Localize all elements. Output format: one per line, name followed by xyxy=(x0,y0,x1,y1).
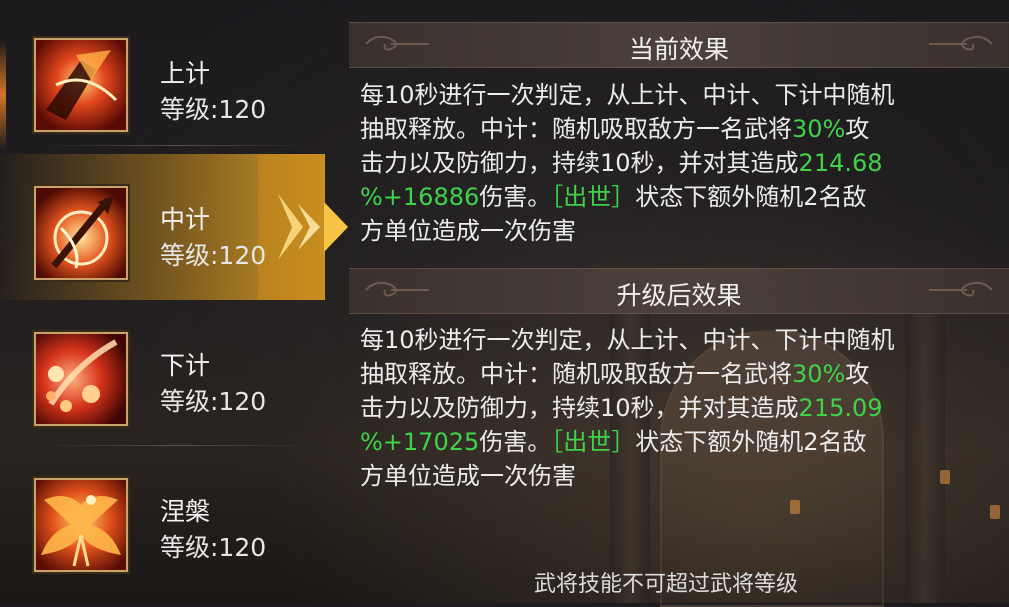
section-title: 当前效果 xyxy=(628,35,729,64)
blade-slash-icon xyxy=(34,38,128,132)
skill-item-niepan[interactable]: 涅槃 等级:120 xyxy=(0,446,325,592)
background-window-light xyxy=(790,500,800,514)
description-text: 每10秒进行一次判定，从上计、中计、下计中随机 xyxy=(360,81,895,109)
skill-name: 涅槃 xyxy=(160,497,211,526)
description-text: 方单位造成一次伤害 xyxy=(360,217,576,245)
upgraded-effect-header: 升级后效果 xyxy=(349,268,1009,314)
description-text: 抽取释放。中计：随机吸取敌方一名武将 xyxy=(360,360,792,388)
skill-level: 等级:120 xyxy=(160,241,267,270)
description-text: 状态下额外随机2名敌 xyxy=(635,428,867,456)
description-text: 方单位造成一次伤害 xyxy=(360,462,576,490)
skill-item-zhongji[interactable]: 中计 等级:120 xyxy=(0,154,348,300)
description-text: 状态下额外随机2名敌 xyxy=(635,183,867,211)
description-line: 每10秒进行一次判定，从上计、中计、下计中随机 xyxy=(360,323,980,357)
highlight-value: 30% xyxy=(792,360,846,388)
description-line: 方单位造成一次伤害 xyxy=(360,214,980,248)
description-text: 攻 xyxy=(845,360,870,388)
highlight-value: 215.09 xyxy=(798,394,883,422)
fireballs-icon xyxy=(34,332,128,426)
description-text: 攻 xyxy=(845,115,870,143)
skill-level: 等级:120 xyxy=(160,533,267,562)
phoenix-icon xyxy=(34,478,128,572)
skill-item-shangji[interactable]: 上计 等级:120 xyxy=(0,0,325,146)
description-line: %+16886伤害。［出世］状态下额外随机2名敌 xyxy=(360,180,980,214)
current-effect-header: 当前效果 xyxy=(349,22,1009,68)
skill-name: 上计 xyxy=(160,59,211,88)
highlight-value: %+17025 xyxy=(360,428,480,456)
description-line: 方单位造成一次伤害 xyxy=(360,459,980,493)
highlight-value: %+16886 xyxy=(360,183,480,211)
current-effect-description: 每10秒进行一次判定，从上计、中计、下计中随机 抽取释放。中计：随机吸取敌方一名武… xyxy=(360,78,980,248)
description-text: 击力以及防御力，持续10秒，并对其造成 xyxy=(360,394,799,422)
selected-arrow-icon xyxy=(258,154,348,300)
divider xyxy=(40,145,315,146)
description-line: %+17025伤害。［出世］状态下额外随机2名敌 xyxy=(360,425,980,459)
section-title: 升级后效果 xyxy=(616,281,742,310)
scroll-ornament-icon xyxy=(929,35,993,51)
upgraded-effect-description: 每10秒进行一次判定，从上计、中计、下计中随机 抽取释放。中计：随机吸取敌方一名武… xyxy=(360,323,980,493)
description-text: 击力以及防御力，持续10秒，并对其造成 xyxy=(360,149,799,177)
flaming-spear-icon xyxy=(34,186,128,280)
description-line: 击力以及防御力，持续10秒，并对其造成214.68 xyxy=(360,146,980,180)
highlight-value: ［出世］ xyxy=(551,428,636,456)
description-text: 抽取释放。中计：随机吸取敌方一名武将 xyxy=(360,115,792,143)
skill-level: 等级:120 xyxy=(160,387,267,416)
footer-note: 武将技能不可超过武将等级 xyxy=(534,572,799,597)
description-text: 伤害。 xyxy=(479,428,552,456)
skill-name: 下计 xyxy=(160,351,211,380)
description-line: 抽取释放。中计：随机吸取敌方一名武将30%攻 xyxy=(360,357,980,391)
description-line: 击力以及防御力，持续10秒，并对其造成215.09 xyxy=(360,391,980,425)
skill-list: 上计 等级:120 中计 等级:120 下计 等级:120 涅槃 等级:120 xyxy=(0,0,348,603)
description-line: 每10秒进行一次判定，从上计、中计、下计中随机 xyxy=(360,78,980,112)
description-text: 伤害。 xyxy=(479,183,552,211)
background-window-light xyxy=(990,505,1000,519)
scroll-ornament-icon xyxy=(929,281,993,297)
description-text: 每10秒进行一次判定，从上计、中计、下计中随机 xyxy=(360,326,895,354)
highlight-value: ［出世］ xyxy=(551,183,636,211)
description-line: 抽取释放。中计：随机吸取敌方一名武将30%攻 xyxy=(360,112,980,146)
highlight-value: 30% xyxy=(792,115,846,143)
highlight-value: 214.68 xyxy=(798,149,883,177)
skill-level: 等级:120 xyxy=(160,95,267,124)
skill-name: 中计 xyxy=(160,205,211,234)
skill-item-xiaji[interactable]: 下计 等级:120 xyxy=(0,300,325,446)
